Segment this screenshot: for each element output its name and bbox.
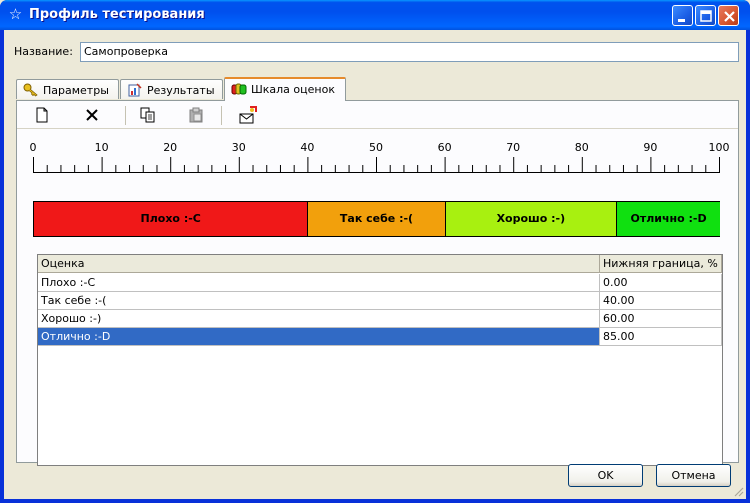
tick-label: 0 (29, 141, 37, 154)
paste-icon (189, 107, 203, 123)
table-row[interactable]: Плохо :-С 0.00 (38, 274, 722, 292)
tick-label: 70 (506, 141, 521, 154)
star-icon: ☆ (8, 5, 23, 23)
column-header-grade[interactable]: Оценка (38, 255, 600, 273)
grade-name-cell[interactable]: Так себе :-( (38, 292, 600, 310)
toolbar-divider (17, 128, 738, 129)
delete-icon (86, 109, 98, 121)
paste-button[interactable] (183, 104, 209, 126)
table-header: Оценка Нижняя граница, % (38, 255, 722, 273)
tab-parameters[interactable]: Параметры (16, 79, 119, 99)
report-icon (128, 83, 142, 97)
tick-label: 50 (369, 141, 383, 154)
copy-button[interactable] (135, 104, 161, 126)
toolbar-separator (221, 106, 222, 125)
key-icon (23, 83, 38, 97)
import-icon (239, 106, 257, 124)
tick-label: 90 (643, 141, 658, 154)
column-header-lower-bound[interactable]: Нижняя граница, % (600, 255, 722, 273)
tick-label: 30 (231, 141, 246, 154)
grade-name-cell[interactable]: Хорошо :-) (38, 310, 600, 328)
scale-segment[interactable]: Хорошо :-) (445, 202, 618, 236)
maximize-icon (700, 10, 712, 22)
toolbar-separator (125, 106, 126, 125)
tick-label: 100 (708, 141, 730, 154)
tick-label: 60 (437, 141, 452, 154)
scale-segment[interactable]: Отлично :-D (617, 202, 720, 236)
scale-bars-icon (231, 83, 247, 95)
grade-scale-panel: 0 10 20 30 40 50 60 70 80 90 100 Плохо :-С Так себе… (16, 100, 739, 466)
name-label: Название: (14, 45, 73, 58)
close-icon (724, 11, 735, 22)
table-row[interactable]: Отлично :-D 85.00 (38, 328, 722, 346)
tick-label: 10 (94, 141, 109, 154)
resize-grip-icon[interactable] (732, 485, 744, 497)
grade-name-cell[interactable]: Плохо :-С (38, 274, 600, 292)
ok-button[interactable]: OK (568, 464, 643, 487)
tab-results-label: Результаты (147, 84, 215, 97)
tab-parameters-label: Параметры (43, 84, 109, 97)
lower-bound-cell[interactable]: 40.00 (600, 292, 722, 310)
scale-segment[interactable]: Так себе :-( (308, 202, 446, 236)
toolbar (21, 104, 731, 128)
close-button[interactable] (718, 5, 739, 26)
maximize-button[interactable] (695, 5, 716, 26)
lower-bound-cell[interactable]: 0.00 (600, 274, 722, 292)
copy-icon (140, 107, 155, 123)
minimize-icon (678, 19, 685, 22)
lower-bound-cell[interactable]: 60.00 (600, 310, 722, 328)
window-title: Профиль тестирования (29, 7, 205, 22)
minimize-button[interactable] (672, 5, 693, 26)
tab-grade-scale[interactable]: Шкала оценок (224, 77, 346, 101)
title-bar[interactable]: ☆ Профиль тестирования (0, 0, 750, 30)
tick-label: 20 (163, 141, 178, 154)
tab-results[interactable]: Результаты (120, 79, 223, 99)
new-document-icon (36, 107, 48, 123)
tick-label: 40 (300, 141, 315, 154)
lower-bound-cell[interactable]: 85.00 (600, 328, 722, 346)
import-button[interactable] (235, 104, 261, 126)
table-row[interactable]: Так себе :-(40.00 (38, 292, 722, 310)
grade-scale-bar[interactable]: Плохо :-С Так себе :-(Хорошо :-) Отлично :… (33, 201, 720, 237)
new-grade-button[interactable] (29, 104, 55, 126)
grade-name-cell[interactable]: Отлично :-D (38, 328, 600, 346)
dialog-window: ☆ Профиль тестирования Название: Самопро… (0, 0, 750, 503)
table-row[interactable]: Хорошо :-) 60.00 (38, 310, 722, 328)
tab-grade-scale-label: Шкала оценок (251, 83, 335, 96)
grades-table[interactable]: Оценка Нижняя граница, % Плохо :-С 0.00 Та… (37, 254, 723, 466)
scale-segment[interactable]: Плохо :-С (34, 202, 309, 236)
cancel-button[interactable]: Отмена (656, 464, 731, 487)
tick-label: 80 (574, 141, 589, 154)
name-input[interactable]: Самопроверка (80, 42, 739, 62)
dialog-client: Название: Самопроверка Параметры Результ… (4, 30, 746, 499)
delete-grade-button[interactable] (79, 104, 105, 126)
